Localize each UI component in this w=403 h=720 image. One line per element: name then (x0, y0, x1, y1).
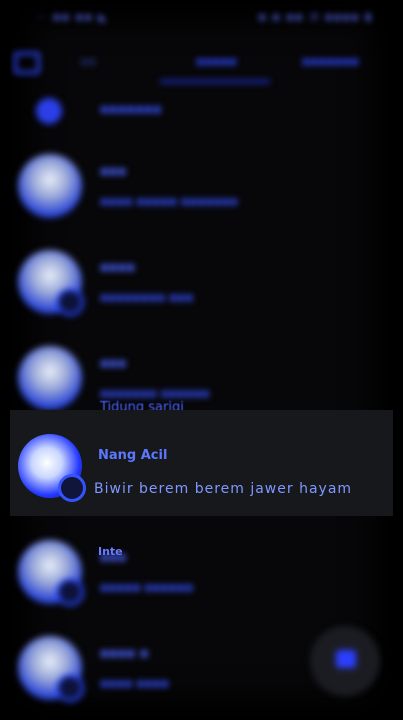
status-ring-icon (58, 474, 86, 502)
chat-row[interactable]: ▪▪▪ ▪▪▪▪ ▪▪▪▪▪ ▪▪▪▪▪▪▪ (10, 140, 393, 234)
new-chat-button[interactable] (310, 626, 380, 696)
archive-icon (36, 98, 62, 124)
status-bar: ⋯ ▪▪ ▪▪ ◣ ▪.▪ ▪▪ ◔ ▪▪▪▪ ▮ (10, 6, 393, 32)
avatar (18, 346, 82, 410)
status-ring-icon (56, 674, 84, 702)
chat-name: ▪▪▪▪ ▪ (100, 646, 149, 661)
header-row[interactable]: ▪▪▪▪▪▪▪ (10, 92, 393, 126)
chat-row[interactable]: ▪▪▪▪ ▪▪▪▪▪▪▪▪ ▪▪▪ (10, 236, 393, 330)
header-row-label: ▪▪▪▪▪▪▪ (100, 102, 162, 117)
camera-icon[interactable] (14, 52, 40, 74)
chat-name: ▪▪▪▪ (100, 260, 136, 275)
chat-message: ▪▪▪▪▪ ▪▪▪▪▪▪ (100, 580, 194, 594)
status-ring-icon (56, 578, 84, 606)
chat-row[interactable]: ▪▪▪ ▪▪▪▪▪ ▪▪▪▪▪▪ (10, 526, 393, 620)
tab-1[interactable]: ▪▪▪▪▪ (196, 54, 237, 68)
phone-screen: ⋯ ▪▪ ▪▪ ◣ ▪.▪ ▪▪ ◔ ▪▪▪▪ ▮ ▪▪ ▪▪▪▪▪ ▪▪▪▪▪… (10, 0, 393, 720)
chat-message: Biwir berem berem jawer hayam (94, 481, 353, 497)
chat-name: ▪▪▪ (100, 356, 127, 371)
chat-name: ▪▪▪ (100, 164, 127, 179)
tab-0[interactable]: ▪▪ (80, 54, 96, 68)
chat-message: ▪▪▪▪▪▪▪▪ ▪▪▪ (100, 290, 194, 304)
chat-message: ▪▪▪▪ ▪▪▪▪ (100, 676, 169, 690)
avatar (18, 154, 82, 218)
tab-indicator (160, 80, 270, 83)
new-chat-icon (336, 650, 356, 668)
chat-message: ▪▪▪▪▪▪▪ ▪▪▪▪▪▪ (100, 386, 210, 400)
highlighted-chat-row[interactable]: Nang Acil Biwir berem berem jawer hayam (10, 410, 393, 516)
chat-name: Nang Acil (98, 448, 168, 463)
status-right: ▪.▪ ▪▪ ◔ ▪▪▪▪ ▮ (258, 12, 373, 23)
tab-bar: ▪▪ ▪▪▪▪▪ ▪▪▪▪▪▪▪ (10, 42, 393, 83)
status-left: ⋯ ▪▪ ▪▪ ◣ (36, 12, 109, 23)
tab-2[interactable]: ▪▪▪▪▪▪▪ (302, 54, 359, 68)
chat-message: ▪▪▪▪ ▪▪▪▪▪ ▪▪▪▪▪▪▪ (100, 194, 238, 208)
status-ring-icon (56, 288, 84, 316)
typing-label: Inte (98, 545, 123, 558)
